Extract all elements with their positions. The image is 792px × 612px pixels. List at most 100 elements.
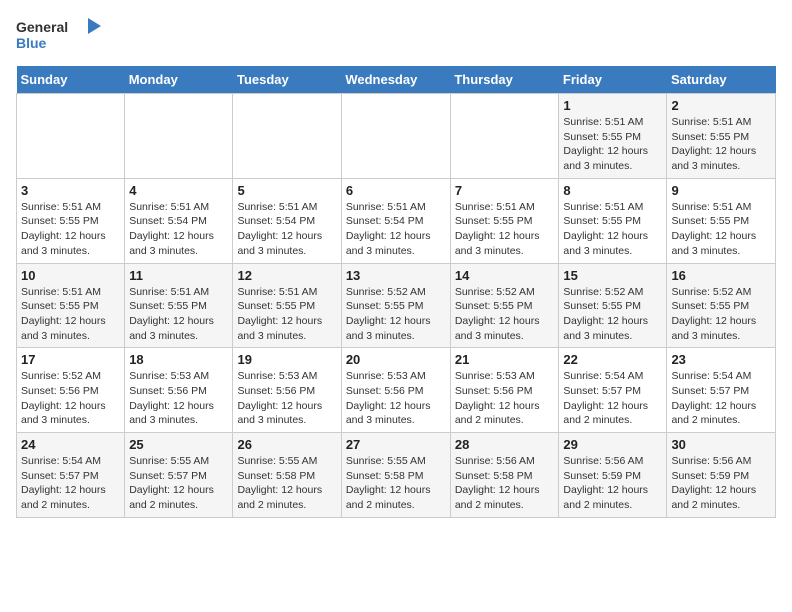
logo: General Blue bbox=[16, 16, 106, 56]
calendar-cell: 10 Sunrise: 5:51 AM Sunset: 5:55 PM Dayli… bbox=[17, 263, 125, 348]
day-info: Sunrise: 5:51 AM Sunset: 5:55 PM Dayligh… bbox=[21, 200, 120, 259]
calendar-week-row: 17Sunrise: 5:52 AM Sunset: 5:56 PM Dayli… bbox=[17, 348, 776, 433]
day-info: Sunrise: 5:51 AM Sunset: 5:55 PM Dayligh… bbox=[563, 200, 662, 259]
day-info: Sunrise: 5:52 AM Sunset: 5:55 PM Dayligh… bbox=[346, 285, 446, 344]
day-number: 30 bbox=[671, 437, 771, 452]
calendar-cell: 11 Sunrise: 5:51 AM Sunset: 5:55 PM Dayli… bbox=[125, 263, 233, 348]
day-info: Sunrise: 5:53 AM Sunset: 5:56 PM Dayligh… bbox=[237, 369, 336, 428]
day-info: Sunrise: 5:56 AM Sunset: 5:59 PM Dayligh… bbox=[563, 454, 662, 513]
day-number: 6 bbox=[346, 183, 446, 198]
calendar-cell: 9 Sunrise: 5:51 AM Sunset: 5:55 PM Daylig… bbox=[667, 178, 776, 263]
day-info: Sunrise: 5:54 AM Sunset: 5:57 PM Dayligh… bbox=[563, 369, 662, 428]
day-number: 13 bbox=[346, 268, 446, 283]
day-number: 2 bbox=[671, 98, 771, 113]
day-info: Sunrise: 5:54 AM Sunset: 5:57 PM Dayligh… bbox=[21, 454, 120, 513]
calendar-cell: 23Sunrise: 5:54 AM Sunset: 5:57 PM Dayli… bbox=[667, 348, 776, 433]
day-number: 21 bbox=[455, 352, 555, 367]
day-number: 10 bbox=[21, 268, 120, 283]
day-info: Sunrise: 5:56 AM Sunset: 5:58 PM Dayligh… bbox=[455, 454, 555, 513]
day-number: 5 bbox=[237, 183, 336, 198]
calendar-cell: 1 Sunrise: 5:51 AM Sunset: 5:55 PM Daylig… bbox=[559, 94, 667, 179]
col-header-friday: Friday bbox=[559, 66, 667, 94]
col-header-monday: Monday bbox=[125, 66, 233, 94]
day-number: 16 bbox=[671, 268, 771, 283]
col-header-thursday: Thursday bbox=[450, 66, 559, 94]
calendar-cell: 16 Sunrise: 5:52 AM Sunset: 5:55 PM Dayli… bbox=[667, 263, 776, 348]
calendar-cell bbox=[17, 94, 125, 179]
day-info: Sunrise: 5:53 AM Sunset: 5:56 PM Dayligh… bbox=[455, 369, 555, 428]
day-number: 19 bbox=[237, 352, 336, 367]
day-info: Sunrise: 5:53 AM Sunset: 5:56 PM Dayligh… bbox=[346, 369, 446, 428]
col-header-tuesday: Tuesday bbox=[233, 66, 341, 94]
day-number: 7 bbox=[455, 183, 555, 198]
day-info: Sunrise: 5:55 AM Sunset: 5:57 PM Dayligh… bbox=[129, 454, 228, 513]
calendar-cell bbox=[125, 94, 233, 179]
col-header-wednesday: Wednesday bbox=[341, 66, 450, 94]
day-info: Sunrise: 5:51 AM Sunset: 5:54 PM Dayligh… bbox=[237, 200, 336, 259]
day-number: 28 bbox=[455, 437, 555, 452]
calendar-cell: 7 Sunrise: 5:51 AM Sunset: 5:55 PM Daylig… bbox=[450, 178, 559, 263]
day-info: Sunrise: 5:52 AM Sunset: 5:56 PM Dayligh… bbox=[21, 369, 120, 428]
day-info: Sunrise: 5:51 AM Sunset: 5:55 PM Dayligh… bbox=[455, 200, 555, 259]
calendar-cell: 14 Sunrise: 5:52 AM Sunset: 5:55 PM Dayli… bbox=[450, 263, 559, 348]
day-number: 29 bbox=[563, 437, 662, 452]
svg-text:General: General bbox=[16, 19, 68, 35]
day-number: 12 bbox=[237, 268, 336, 283]
calendar-cell: 21 Sunrise: 5:53 AM Sunset: 5:56 PM Dayli… bbox=[450, 348, 559, 433]
day-info: Sunrise: 5:51 AM Sunset: 5:55 PM Dayligh… bbox=[21, 285, 120, 344]
day-info: Sunrise: 5:51 AM Sunset: 5:54 PM Dayligh… bbox=[129, 200, 228, 259]
calendar-cell: 20 Sunrise: 5:53 AM Sunset: 5:56 PM Dayli… bbox=[341, 348, 450, 433]
day-info: Sunrise: 5:51 AM Sunset: 5:55 PM Dayligh… bbox=[237, 285, 336, 344]
day-number: 1 bbox=[563, 98, 662, 113]
day-info: Sunrise: 5:51 AM Sunset: 5:55 PM Dayligh… bbox=[671, 200, 771, 259]
calendar-header-row: SundayMondayTuesdayWednesdayThursdayFrid… bbox=[17, 66, 776, 94]
calendar-cell: 29 Sunrise: 5:56 AM Sunset: 5:59 PM Dayli… bbox=[559, 433, 667, 518]
day-number: 22 bbox=[563, 352, 662, 367]
day-info: Sunrise: 5:51 AM Sunset: 5:54 PM Dayligh… bbox=[346, 200, 446, 259]
calendar-cell: 25Sunrise: 5:55 AM Sunset: 5:57 PM Dayli… bbox=[125, 433, 233, 518]
calendar-cell: 3 Sunrise: 5:51 AM Sunset: 5:55 PM Daylig… bbox=[17, 178, 125, 263]
day-number: 11 bbox=[129, 268, 228, 283]
col-header-sunday: Sunday bbox=[17, 66, 125, 94]
day-info: Sunrise: 5:51 AM Sunset: 5:55 PM Dayligh… bbox=[563, 115, 662, 174]
generalblue-logo-icon: General Blue bbox=[16, 16, 106, 56]
day-number: 15 bbox=[563, 268, 662, 283]
day-info: Sunrise: 5:51 AM Sunset: 5:55 PM Dayligh… bbox=[129, 285, 228, 344]
day-number: 8 bbox=[563, 183, 662, 198]
calendar-cell: 4 Sunrise: 5:51 AM Sunset: 5:54 PM Daylig… bbox=[125, 178, 233, 263]
calendar-cell bbox=[233, 94, 341, 179]
calendar-cell bbox=[341, 94, 450, 179]
page-header: General Blue bbox=[16, 16, 776, 56]
day-number: 3 bbox=[21, 183, 120, 198]
calendar-cell: 28 Sunrise: 5:56 AM Sunset: 5:58 PM Dayli… bbox=[450, 433, 559, 518]
day-info: Sunrise: 5:52 AM Sunset: 5:55 PM Dayligh… bbox=[563, 285, 662, 344]
calendar-cell: 5 Sunrise: 5:51 AM Sunset: 5:54 PM Daylig… bbox=[233, 178, 341, 263]
day-number: 9 bbox=[671, 183, 771, 198]
calendar-week-row: 1 Sunrise: 5:51 AM Sunset: 5:55 PM Daylig… bbox=[17, 94, 776, 179]
day-number: 14 bbox=[455, 268, 555, 283]
day-info: Sunrise: 5:56 AM Sunset: 5:59 PM Dayligh… bbox=[671, 454, 771, 513]
calendar-week-row: 10 Sunrise: 5:51 AM Sunset: 5:55 PM Dayli… bbox=[17, 263, 776, 348]
day-number: 27 bbox=[346, 437, 446, 452]
calendar-cell: 13 Sunrise: 5:52 AM Sunset: 5:55 PM Dayli… bbox=[341, 263, 450, 348]
calendar-cell bbox=[450, 94, 559, 179]
calendar-cell: 12 Sunrise: 5:51 AM Sunset: 5:55 PM Dayli… bbox=[233, 263, 341, 348]
svg-text:Blue: Blue bbox=[16, 35, 47, 51]
day-number: 18 bbox=[129, 352, 228, 367]
day-info: Sunrise: 5:54 AM Sunset: 5:57 PM Dayligh… bbox=[671, 369, 771, 428]
calendar-cell: 15 Sunrise: 5:52 AM Sunset: 5:55 PM Dayli… bbox=[559, 263, 667, 348]
day-number: 4 bbox=[129, 183, 228, 198]
day-info: Sunrise: 5:55 AM Sunset: 5:58 PM Dayligh… bbox=[237, 454, 336, 513]
calendar-cell: 30 Sunrise: 5:56 AM Sunset: 5:59 PM Dayli… bbox=[667, 433, 776, 518]
calendar-table: SundayMondayTuesdayWednesdayThursdayFrid… bbox=[16, 66, 776, 518]
calendar-week-row: 24 Sunrise: 5:54 AM Sunset: 5:57 PM Dayli… bbox=[17, 433, 776, 518]
day-info: Sunrise: 5:51 AM Sunset: 5:55 PM Dayligh… bbox=[671, 115, 771, 174]
day-number: 20 bbox=[346, 352, 446, 367]
calendar-week-row: 3 Sunrise: 5:51 AM Sunset: 5:55 PM Daylig… bbox=[17, 178, 776, 263]
calendar-cell: 24 Sunrise: 5:54 AM Sunset: 5:57 PM Dayli… bbox=[17, 433, 125, 518]
day-info: Sunrise: 5:53 AM Sunset: 5:56 PM Dayligh… bbox=[129, 369, 228, 428]
day-info: Sunrise: 5:52 AM Sunset: 5:55 PM Dayligh… bbox=[671, 285, 771, 344]
calendar-cell: 6 Sunrise: 5:51 AM Sunset: 5:54 PM Daylig… bbox=[341, 178, 450, 263]
day-number: 24 bbox=[21, 437, 120, 452]
day-info: Sunrise: 5:52 AM Sunset: 5:55 PM Dayligh… bbox=[455, 285, 555, 344]
